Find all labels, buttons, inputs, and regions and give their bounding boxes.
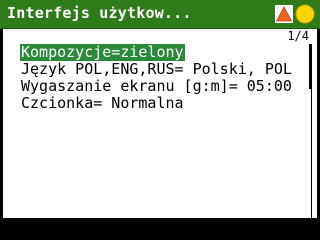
settings-menu: Kompozycje=zielony Język POL,ENG,RUS= Po… (20, 42, 293, 112)
settings-panel: 1/4 Kompozycje=zielony Język POL,ENG,RUS… (3, 29, 312, 218)
bottom-bar (3, 218, 317, 240)
scrollbar-track[interactable] (312, 29, 317, 218)
yellow-circle-icon (295, 4, 315, 24)
device-screen: Interfejs użytkow... 1/4 Kompozycje=ziel… (0, 0, 320, 240)
menu-item-screen-timeout[interactable]: Wygaszanie ekranu [g:m]= 05:00 (20, 78, 293, 95)
menu-item-theme[interactable]: Kompozycje=zielony (20, 42, 293, 61)
menu-item-font[interactable]: Czcionka= Normalna (20, 95, 293, 112)
menu-item-language[interactable]: Język POL,ENG,RUS= Polski, POL (20, 61, 293, 78)
window-title: Interfejs użytkow... (7, 4, 192, 22)
warning-triangle-icon (275, 5, 293, 23)
scrollbar-thumb[interactable] (309, 44, 312, 89)
menu-item-label[interactable]: Kompozycje=zielony (20, 44, 185, 61)
title-bar: Interfejs użytkow... (0, 0, 320, 29)
